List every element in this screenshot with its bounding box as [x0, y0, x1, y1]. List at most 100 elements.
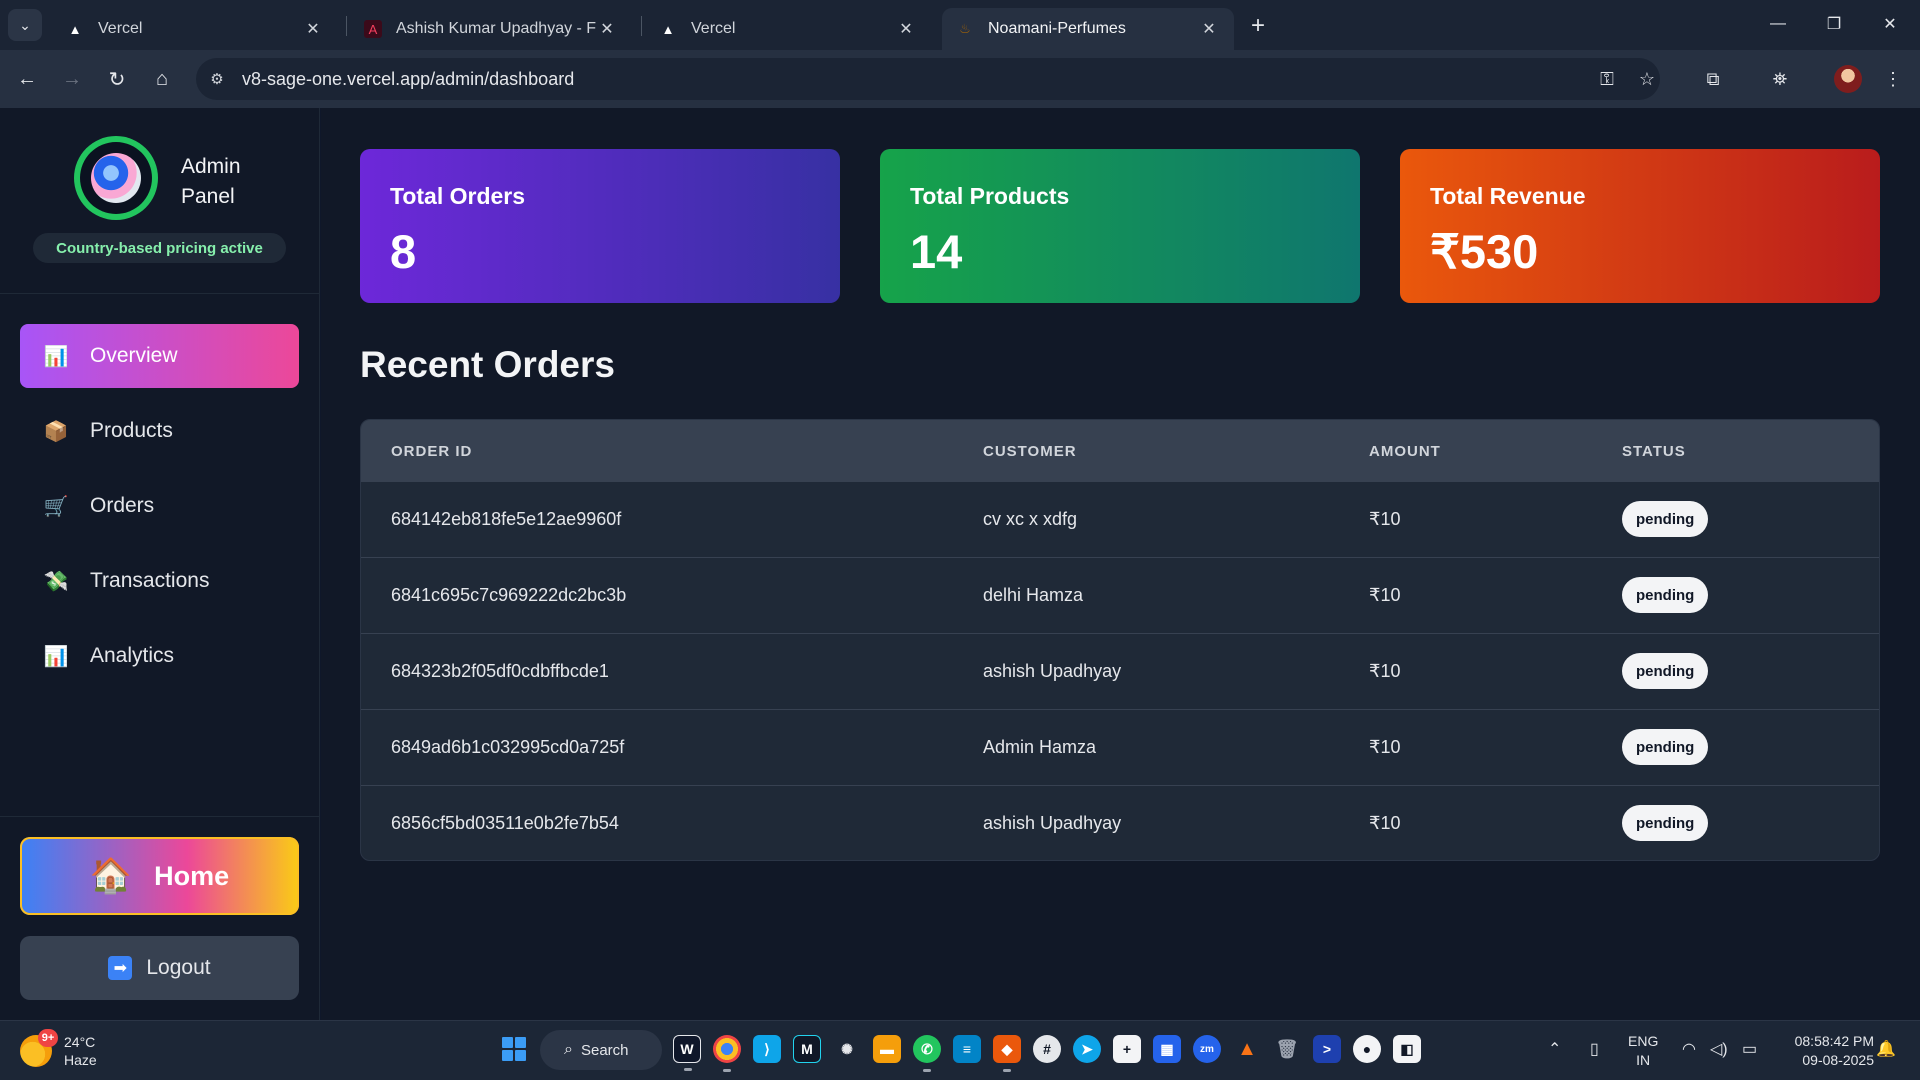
admin-sidebar: Admin Panel Country-based pricing active…	[0, 108, 320, 1020]
browser-tab-vercel-2[interactable]: ▲ Vercel ✕	[645, 8, 931, 50]
sidebar-item-orders[interactable]: 🛒 Orders	[20, 474, 299, 538]
clock-date: 09-08-2025	[1802, 1052, 1874, 1068]
reload-button[interactable]: ↻	[101, 63, 133, 95]
stat-value: 14	[910, 225, 963, 278]
password-key-icon[interactable]: ⚿	[1592, 64, 1622, 94]
customer-cell: delhi Hamza	[983, 585, 1084, 605]
taskbar-app-file-explorer[interactable]: ▬	[873, 1035, 901, 1063]
brave-lion-icon: ◆	[1001, 1040, 1013, 1057]
column-header-status: STATUS	[1622, 443, 1686, 460]
taskbar-app-chatgpt[interactable]: ✺	[833, 1035, 861, 1063]
sidebar-item-transactions[interactable]: 💸 Transactions	[20, 549, 299, 613]
extensions-icon[interactable]: ⧉	[1697, 63, 1729, 95]
restore-button[interactable]: ❐	[1806, 8, 1862, 40]
weather-widget[interactable]: 9+ 24°C Haze	[20, 1029, 97, 1073]
status-badge: pending	[1622, 501, 1709, 537]
tab-search-button[interactable]: ⌄	[8, 9, 42, 41]
trash-icon: 🗑	[1275, 1038, 1299, 1059]
zoom-icon: zm	[1200, 1043, 1214, 1055]
battery-icon[interactable]: ▭	[1742, 1039, 1757, 1059]
taskbar-app-recycle-bin[interactable]: 🗑	[1273, 1035, 1301, 1063]
volume-icon[interactable]: ◁)	[1710, 1039, 1728, 1059]
taskbar-app-notepad[interactable]: ≡	[953, 1035, 981, 1063]
more-menu-icon[interactable]: ⋮	[1877, 63, 1909, 95]
taskbar-app-brave[interactable]: ◆	[993, 1035, 1021, 1072]
telegram-icon: ➤	[1081, 1040, 1093, 1057]
clock-time: 08:58:42 PM	[1794, 1033, 1874, 1049]
total-revenue-card: Total Revenue ₹530	[1400, 149, 1880, 303]
close-window-button[interactable]: ✕	[1862, 8, 1918, 40]
browser-tab-portfolio[interactable]: A Ashish Kumar Upadhyay - Full S ✕	[350, 8, 632, 50]
pricing-status-badge: Country-based pricing active	[33, 233, 286, 263]
status-badge: pending	[1622, 577, 1709, 613]
status-badge: pending	[1622, 805, 1709, 841]
logout-arrow-icon: ➡	[108, 956, 133, 980]
close-icon[interactable]: ✕	[596, 18, 618, 40]
order-id-cell: 6856cf5bd03511e0b2fe7b54	[391, 813, 619, 833]
close-icon[interactable]: ✕	[302, 18, 324, 40]
back-button[interactable]: ←	[11, 63, 43, 95]
forward-button[interactable]: →	[56, 63, 88, 95]
stat-label: Total Revenue	[1430, 183, 1586, 209]
browser-tab-noamani-perfumes[interactable]: ♨ Noamani-Perfumes ✕	[942, 8, 1234, 50]
folder-icon: ▬	[880, 1041, 894, 1057]
sidebar-item-products[interactable]: 📦 Products	[20, 399, 299, 463]
table-row: 6849ad6b1c032995cd0a725f Admin Hamza ₹10…	[361, 709, 1879, 785]
home-browser-button[interactable]: ⌂	[146, 63, 178, 95]
arrow-left-icon: ←	[17, 67, 37, 90]
windows-logo-icon	[502, 1050, 513, 1061]
windows-logo-icon	[515, 1037, 526, 1048]
arrow-right-icon: →	[62, 67, 82, 90]
bookmark-star-icon[interactable]: ☆	[1632, 64, 1662, 94]
address-bar[interactable]: ⚙ v8-sage-one.vercel.app/admin/dashboard…	[196, 58, 1660, 100]
taskbar-app-powershell[interactable]: >	[1313, 1035, 1341, 1063]
language-indicator[interactable]: ENG IN	[1628, 1032, 1658, 1070]
sidebar-title: Admin Panel	[181, 155, 241, 208]
logout-button[interactable]: ➡ Logout	[20, 936, 299, 1000]
home-button[interactable]: 🏠 Home	[20, 837, 299, 915]
new-tab-button[interactable]: +	[1244, 12, 1272, 40]
browser-tab-vercel-1[interactable]: ▲ Vercel ✕	[52, 8, 338, 50]
taskbar-app-terminal[interactable]: M	[793, 1035, 821, 1063]
taskbar-app-slack[interactable]: #	[1033, 1035, 1061, 1063]
close-icon[interactable]: ✕	[1198, 18, 1220, 40]
taskbar-app-vscode[interactable]: ⟩	[753, 1035, 781, 1063]
status-badge: pending	[1622, 729, 1709, 765]
close-icon[interactable]: ✕	[895, 18, 917, 40]
column-header-order-id: ORDER ID	[391, 443, 473, 460]
recent-orders-table: ORDER ID CUSTOMER AMOUNT STATUS 684142eb…	[360, 419, 1880, 861]
taskbar-app-github-desktop[interactable]: ●	[1353, 1035, 1381, 1063]
taskbar-app-vercel-v0[interactable]: W	[673, 1035, 701, 1071]
minimize-button[interactable]: —	[1750, 8, 1806, 40]
order-id-cell: 6841c695c7c969222dc2bc3b	[391, 585, 627, 605]
taskbar-app-whatsapp[interactable]: ✆	[913, 1035, 941, 1072]
taskbar-app-store[interactable]: ▦	[1153, 1035, 1181, 1063]
taskbar-search[interactable]: ⌕ Search	[540, 1030, 662, 1070]
incognito-icon[interactable]: ⛯	[1764, 63, 1796, 95]
taskbar-app-vlc[interactable]: ▲	[1233, 1035, 1261, 1063]
wifi-icon[interactable]: ◠	[1682, 1039, 1696, 1059]
portfolio-favicon-icon: A	[364, 20, 382, 38]
reload-icon: ↻	[108, 68, 126, 91]
bar-chart-icon: 📊	[43, 345, 69, 368]
chevron-up-icon[interactable]: ⌃	[1548, 1039, 1561, 1059]
url-text[interactable]: v8-sage-one.vercel.app/admin/dashboard	[242, 69, 574, 90]
taskbar-app-telegram[interactable]: ➤	[1073, 1035, 1101, 1063]
recent-orders-title: Recent Orders	[360, 344, 615, 385]
sidebar-item-label: Products	[90, 419, 173, 442]
notification-bell-icon[interactable]: 🔔	[1876, 1039, 1896, 1059]
taskbar-app-zoom[interactable]: zm	[1193, 1035, 1221, 1063]
weather-sun-icon: 9+	[20, 1029, 58, 1067]
sidebar-item-analytics[interactable]: 📊 Analytics	[20, 624, 299, 688]
site-settings-icon[interactable]: ⚙	[200, 62, 234, 96]
table-header: ORDER ID CUSTOMER AMOUNT STATUS	[361, 420, 1879, 481]
system-clock[interactable]: 08:58:42 PM 09-08-2025	[1780, 1032, 1874, 1070]
usb-device-icon[interactable]: ▯	[1590, 1039, 1599, 1059]
start-button[interactable]	[502, 1037, 526, 1061]
chart-icon: 📊	[43, 645, 69, 668]
sidebar-item-overview[interactable]: 📊 Overview	[20, 324, 299, 388]
taskbar-app-calculator[interactable]: +	[1113, 1035, 1141, 1063]
taskbar-app-chrome[interactable]	[713, 1035, 741, 1072]
profile-avatar[interactable]	[1834, 65, 1862, 93]
taskbar-app-capcut[interactable]: ◧	[1393, 1035, 1421, 1063]
